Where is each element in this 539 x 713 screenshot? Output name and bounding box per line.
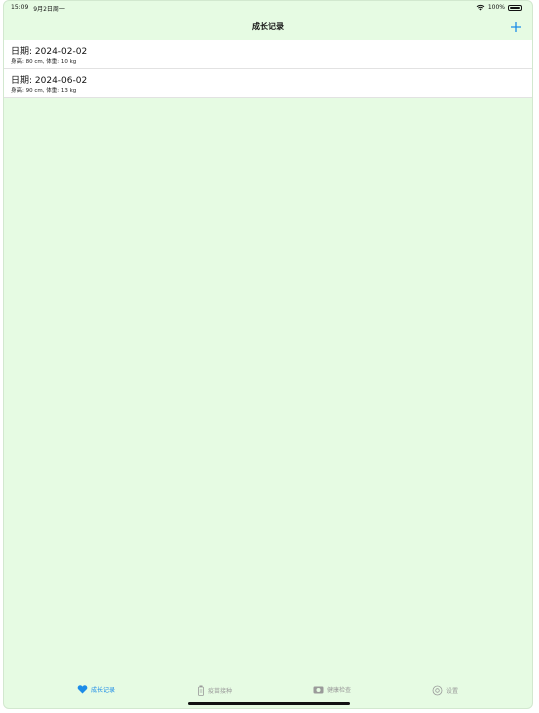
battery-level	[510, 6, 520, 9]
tab-label: 健康检查	[327, 687, 352, 694]
app-screen: 15:09 9月2日周一 100% 成长记录 日期: 2024-02-02 身高…	[3, 0, 533, 709]
tab-vaccination[interactable]: 疫苗接种	[197, 685, 232, 696]
tab-growth-records[interactable]: 成长记录	[77, 685, 115, 694]
vial-icon	[198, 685, 204, 696]
record-detail: 身高: 90 cm, 体重: 13 kg	[11, 88, 77, 94]
tab-label: 设置	[446, 688, 459, 695]
record-date: 日期: 2024-02-02	[11, 47, 88, 57]
tab-settings[interactable]: 设置	[432, 685, 458, 696]
status-bar: 15:09 9月2日周一 100%	[4, 1, 532, 15]
camera-icon	[313, 686, 324, 694]
record-list: 日期: 2024-02-02 身高: 80 cm, 体重: 10 kg 日期: …	[4, 40, 532, 98]
status-right: 100%	[476, 4, 522, 11]
record-item[interactable]: 日期: 2024-06-02 身高: 90 cm, 体重: 13 kg	[4, 69, 532, 98]
record-detail: 身高: 80 cm, 体重: 10 kg	[11, 59, 77, 65]
tab-bar: 成长记录 疫苗接种 健康检查 设置	[4, 681, 532, 701]
battery-icon	[508, 4, 522, 11]
home-indicator	[188, 702, 350, 705]
record-item[interactable]: 日期: 2024-02-02 身高: 80 cm, 体重: 10 kg	[4, 40, 532, 69]
tab-label: 疫苗接种	[208, 688, 233, 695]
tab-label: 成长记录	[91, 687, 116, 694]
add-record-button[interactable]	[509, 19, 523, 33]
tab-health-check[interactable]: 健康检查	[313, 685, 351, 694]
page-title: 成长记录	[252, 22, 284, 31]
status-time: 15:09	[11, 4, 29, 11]
wifi-icon	[476, 4, 485, 11]
battery-percent: 100%	[487, 4, 505, 11]
status-left: 15:09 9月2日周一	[11, 4, 65, 13]
record-date: 日期: 2024-06-02	[11, 76, 88, 86]
gear-icon	[432, 685, 443, 696]
status-date: 9月2日周一	[33, 6, 65, 13]
heart-icon	[77, 685, 88, 694]
navigation-bar: 成长记录	[4, 16, 532, 40]
plus-icon	[511, 22, 521, 32]
